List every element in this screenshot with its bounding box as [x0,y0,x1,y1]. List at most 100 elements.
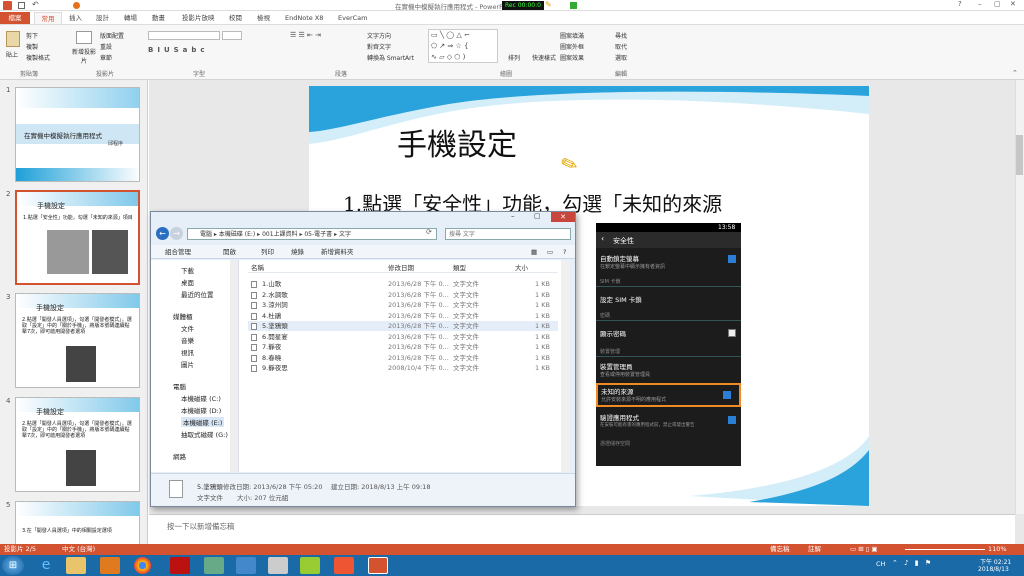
slide-thumbnail-3[interactable]: 手機設定 2.點選「開發人員選項」，勾選「開發者模式」。選取「設定」中的「關於手… [15,293,140,388]
column-modified[interactable]: 修改日期 [388,263,414,273]
slide-thumbnail-1[interactable]: 在實機中模擬執行應用程式 邱程序 [15,87,140,182]
file-row[interactable]: 3.涼州詞 2013/6/28 下午 0... 文字文件 1 KB [248,300,558,310]
scrollbar-thumb[interactable] [1016,135,1023,175]
comments-button[interactable]: 註解 [808,544,821,555]
align-text-button[interactable]: 對齊文字 [367,42,391,51]
view-icon[interactable]: ▦ [531,245,537,259]
tree-item-downloads[interactable]: 下載 [181,265,194,275]
address-bar[interactable]: 電腦 ▸ 本機磁碟 (E:) ▸ 001上課資料 ▸ 05-電子書 ▸ 文字 [187,228,437,240]
file-row[interactable]: 1.山歌 2013/6/28 下午 0... 文字文件 1 KB [248,279,558,289]
tab-review[interactable]: 校閱 [229,12,242,24]
layout-button[interactable]: 版面配置 [100,31,124,40]
ime-indicator[interactable]: CH [876,560,885,568]
collapse-ribbon-icon[interactable]: ⌃ [1012,69,1018,77]
clock-date[interactable]: 2018/8/13 [978,566,1009,573]
tree-item-drive-c[interactable]: 本機磁碟 (C:) [181,393,221,403]
breadcrumb-item[interactable]: 電腦 [200,231,212,238]
smartart-button[interactable]: 轉換為 SmartArt [367,53,414,62]
slide-thumbnail-2[interactable]: 手機設定 1.點選「安全性」功能，勾選「未知的來源」項目 [15,190,140,285]
file-list-scrollbar[interactable] [561,260,570,472]
organize-button[interactable]: 組合管理 [165,245,191,259]
file-row[interactable]: 7.靜夜 2013/6/28 下午 0... 文字文件 1 KB [248,342,558,352]
cut-button[interactable]: 剪下 [26,31,38,40]
window-maximize-icon[interactable]: ▢ [534,212,541,220]
burn-button[interactable]: 燒錄 [291,245,304,259]
file-row[interactable]: 6.開星宴 2013/6/28 下午 0... 文字文件 1 KB [248,332,558,342]
section-button[interactable]: 章節 [100,53,112,62]
file-explorer-window[interactable]: – ▢ ✕ ← → 電腦 ▸ 本機磁碟 (E:) ▸ 001上課資料 ▸ 05-… [150,211,576,507]
maximize-icon[interactable]: ▢ [994,0,1001,8]
open-button[interactable]: 開啟 [223,245,236,259]
minimize-icon[interactable]: – [978,0,982,8]
pen-icon[interactable]: ✎ [545,0,552,9]
record-icon[interactable] [73,2,80,9]
find-button[interactable]: 尋找 [615,31,627,40]
file-row[interactable]: 4.杜鵑 2013/6/28 下午 0... 文字文件 1 KB [248,311,558,321]
tray-icons[interactable]: ⌃ ♪ ▮ ⚑ [892,559,933,567]
file-row[interactable]: 5.塗鴉頭 2013/6/28 下午 0... 文字文件 1 KB [248,321,558,331]
tree-item-drive-d[interactable]: 本機磁碟 (D:) [181,405,221,415]
tab-design[interactable]: 設計 [96,12,109,24]
android-icon[interactable] [300,557,320,574]
tree-item-documents[interactable]: 文件 [181,323,194,333]
breadcrumb-item[interactable]: 05-電子書 [304,231,332,238]
tree-item-pictures[interactable]: 圖片 [181,359,194,369]
ie-icon[interactable]: e [36,557,56,574]
tab-home[interactable]: 常用 [34,12,62,24]
file-row[interactable]: 8.春曉 2013/6/28 下午 0... 文字文件 1 KB [248,353,558,363]
undo-icon[interactable]: ↶ [32,0,39,9]
back-button[interactable]: ← [156,227,169,240]
format-painter-button[interactable]: 複製格式 [26,53,50,62]
stop-icon[interactable] [570,2,577,9]
select-button[interactable]: 選取 [615,53,627,62]
evercam-icon[interactable] [334,557,354,574]
tab-insert[interactable]: 插入 [69,12,82,24]
help-icon[interactable]: ? [958,0,962,8]
zoom-slider[interactable] [905,549,985,550]
shape-effects-button[interactable]: 圖案效果 [560,53,584,62]
new-slide-icon[interactable] [76,31,92,44]
breadcrumb-item[interactable]: 文字 [339,231,351,238]
powerpoint-taskbar-icon[interactable] [368,557,388,574]
save-icon[interactable] [18,2,25,9]
text-direction-button[interactable]: 文字方向 [367,31,391,40]
copy-button[interactable]: 複製 [26,42,38,51]
tab-endnote[interactable]: EndNote X8 [285,12,323,24]
paste-button[interactable]: 貼上 [6,50,18,59]
tree-item-computer[interactable]: 電腦 [173,381,186,391]
tree-item-network[interactable]: 網路 [173,451,186,461]
tab-evercam[interactable]: EverCam [338,12,367,24]
tree-item-drive-e[interactable]: 本機磁碟 (E:) [181,417,225,427]
search-input[interactable] [445,228,571,240]
refresh-icon[interactable]: ⟳ [426,228,432,236]
slide-thumbnail-5[interactable]: 3.在「開發人員選項」中的相關設定選項 [15,501,140,544]
bullets-icon[interactable]: ☰ ☰ ⇤ ⇥ [290,31,321,39]
start-button[interactable]: ⊞ [2,556,24,575]
tab-slideshow[interactable]: 投影片放映 [182,12,215,24]
column-name[interactable]: 名稱 [251,263,264,273]
explorer-icon[interactable] [66,557,86,574]
font-name-input[interactable] [148,31,220,40]
tab-animations[interactable]: 動畫 [152,12,165,24]
clock-time[interactable]: 下午 02:21 [980,557,1011,566]
files-icon[interactable] [268,557,288,574]
preview-pane-icon[interactable]: ▭ [547,245,553,259]
forward-button[interactable]: → [170,227,183,240]
file-row[interactable]: 2.水調歌 2013/6/28 下午 0... 文字文件 1 KB [248,290,558,300]
network-icon[interactable] [236,557,256,574]
shape-fill-button[interactable]: 圖案填滿 [560,31,584,40]
breadcrumb-item[interactable]: 本機磁碟 (E:) [219,231,255,238]
new-slide-button[interactable]: 新增投影片 [72,47,96,65]
file-row[interactable]: 9.靜夜思 2008/10/4 下午 0... 文字文件 1 KB [248,363,558,373]
chrome-icon[interactable] [134,557,151,574]
tree-item-libraries[interactable]: 媒體櫃 [173,311,193,321]
reset-button[interactable]: 重設 [100,42,112,51]
tree-item-desktop[interactable]: 桌面 [181,277,194,287]
tab-file[interactable]: 檔案 [0,12,30,24]
tree-scrollbar[interactable] [230,260,238,472]
font-formatting-row[interactable]: BIUSabc [148,46,209,54]
acrobat-icon[interactable] [170,557,190,574]
quick-styles-button[interactable]: 快速樣式 [532,53,556,62]
view-buttons[interactable]: ▭ ⊞ ▯ ▣ [850,544,878,555]
column-size[interactable]: 大小 [515,263,528,273]
